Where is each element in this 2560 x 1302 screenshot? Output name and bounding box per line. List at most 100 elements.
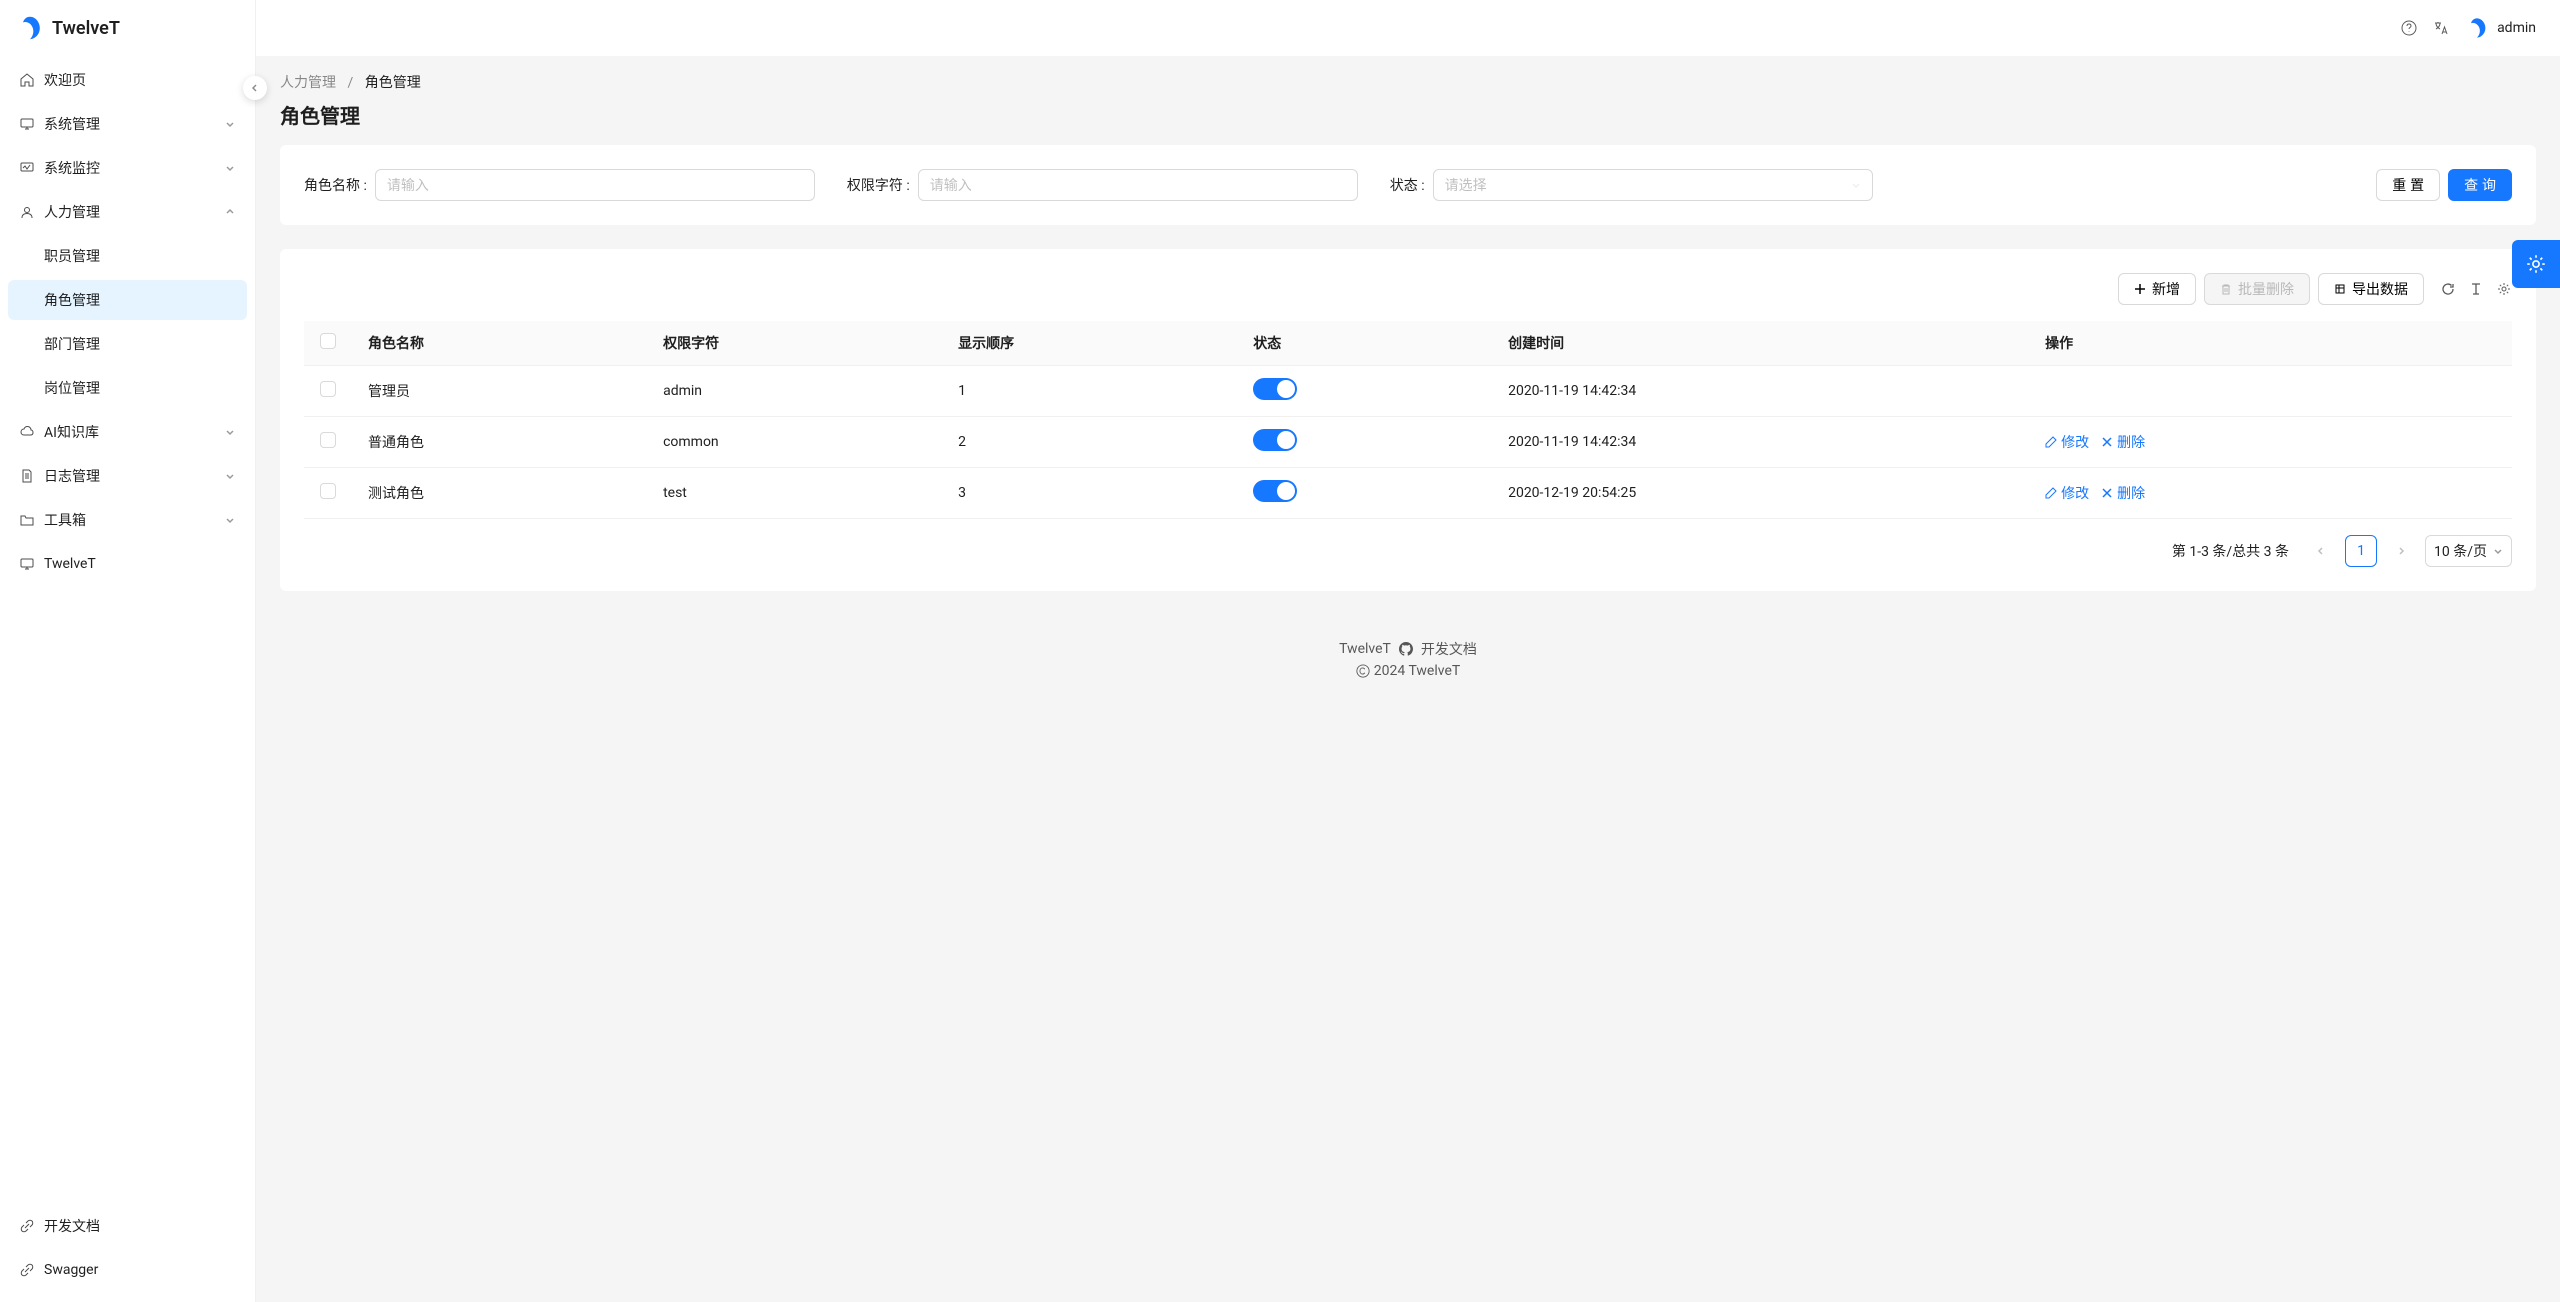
cell-create-time: 2020-11-19 14:42:34 — [1492, 366, 2029, 417]
status-label: 状态 : — [1390, 175, 1425, 195]
logo[interactable]: TwelveT — [0, 0, 255, 56]
sidebar-item-ai[interactable]: AI知识库 — [8, 412, 247, 452]
cell-role-name: 普通角色 — [352, 417, 647, 468]
cell-actions: 修改删除 — [2029, 417, 2512, 468]
role-table: 角色名称 权限字符 显示顺序 状态 创建时间 操作 管理员 admin 1 20… — [304, 321, 2512, 519]
pagination-page-size[interactable]: 10 条/页 — [2425, 535, 2512, 567]
delete-link[interactable]: 删除 — [2101, 432, 2145, 452]
table-row: 普通角色 common 2 2020-11-19 14:42:34 修改删除 — [304, 417, 2512, 468]
status-switch[interactable] — [1253, 480, 1297, 502]
sidebar-menu: 欢迎页 系统管理 系统监控 人力管理 职员管理 角色管理 部门管理 岗位管理 — [0, 56, 255, 1202]
sidebar-item-label: 开发文档 — [44, 1216, 100, 1236]
sidebar-item-monitor[interactable]: 系统监控 — [8, 148, 247, 188]
sidebar-item-role[interactable]: 角色管理 — [8, 280, 247, 320]
close-icon — [2101, 487, 2113, 499]
role-name-input[interactable] — [375, 169, 815, 201]
status-select[interactable]: 请选择 — [1433, 169, 1873, 201]
sidebar-item-log[interactable]: 日志管理 — [8, 456, 247, 496]
sidebar-item-system[interactable]: 系统管理 — [8, 104, 247, 144]
status-switch[interactable] — [1253, 429, 1297, 451]
sidebar-collapse-button[interactable] — [243, 76, 267, 100]
col-role-key: 权限字符 — [647, 321, 942, 366]
help-icon[interactable] — [2401, 20, 2417, 36]
chevron-down-icon — [1851, 180, 1861, 190]
sidebar-item-label: 欢迎页 — [44, 70, 86, 90]
sidebar-bottom: 开发文档 Swagger — [0, 1202, 255, 1302]
row-checkbox[interactable] — [320, 381, 336, 397]
col-action: 操作 — [2029, 321, 2512, 366]
sidebar-item-label: 岗位管理 — [44, 378, 100, 398]
export-button[interactable]: 导出数据 — [2318, 273, 2424, 305]
sidebar-item-post[interactable]: 岗位管理 — [8, 368, 247, 408]
theme-settings-button[interactable] — [2512, 240, 2560, 288]
role-key-input[interactable] — [918, 169, 1358, 201]
sidebar-item-staff[interactable]: 职员管理 — [8, 236, 247, 276]
form-item-role-key: 权限字符 : — [847, 169, 1358, 201]
reset-button[interactable]: 重 置 — [2376, 169, 2440, 201]
footer-brand[interactable]: TwelveT — [1339, 641, 1391, 657]
role-name-label: 角色名称 : — [304, 175, 367, 195]
cell-role-key: test — [647, 468, 942, 519]
header: admin — [256, 0, 2560, 56]
home-icon — [20, 73, 34, 87]
search-card: 角色名称 : 权限字符 : 状态 : 请选择 — [280, 145, 2536, 225]
cell-role-sort: 1 — [942, 366, 1237, 417]
add-button[interactable]: 新增 — [2118, 273, 2196, 305]
pagination-prev[interactable] — [2305, 535, 2337, 567]
delete-link[interactable]: 删除 — [2101, 483, 2145, 503]
col-role-name: 角色名称 — [352, 321, 647, 366]
folder-icon — [20, 513, 34, 527]
table-card: 新增 批量删除 导出数据 — [280, 249, 2536, 591]
sidebar-item-hr[interactable]: 人力管理 — [8, 192, 247, 232]
edit-link[interactable]: 修改 — [2045, 483, 2089, 503]
breadcrumb-current: 角色管理 — [365, 75, 421, 91]
desktop-icon — [20, 117, 34, 131]
link-icon — [20, 1263, 34, 1277]
sidebar-item-label: 系统监控 — [44, 158, 100, 178]
cell-create-time: 2020-12-19 20:54:25 — [1492, 468, 2029, 519]
sidebar-submenu-hr: 职员管理 角色管理 部门管理 岗位管理 — [8, 236, 247, 408]
translate-icon[interactable] — [2433, 20, 2449, 36]
footer-copyright: 2024 TwelveT — [1374, 663, 1460, 679]
edit-icon — [2045, 487, 2057, 499]
sidebar-item-twelvet[interactable]: TwelveT — [8, 544, 247, 584]
row-checkbox[interactable] — [320, 483, 336, 499]
user-menu[interactable]: admin — [2465, 16, 2536, 40]
pagination-next[interactable] — [2385, 535, 2417, 567]
github-icon[interactable] — [1399, 642, 1413, 656]
form-item-role-name: 角色名称 : — [304, 169, 815, 201]
sidebar-item-tools[interactable]: 工具箱 — [8, 500, 247, 540]
cell-actions: 修改删除 — [2029, 468, 2512, 519]
reload-icon[interactable] — [2440, 281, 2456, 297]
logo-icon — [16, 14, 44, 42]
select-all-checkbox[interactable] — [320, 333, 336, 349]
sidebar-item-welcome[interactable]: 欢迎页 — [8, 60, 247, 100]
sidebar-item-swagger[interactable]: Swagger — [8, 1250, 247, 1290]
breadcrumb-separator: / — [347, 75, 353, 91]
pagination: 第 1-3 条/总共 3 条 1 10 条/页 — [304, 535, 2512, 567]
delete-icon — [2220, 283, 2232, 295]
sidebar-item-label: 角色管理 — [44, 290, 100, 310]
status-switch[interactable] — [1253, 378, 1297, 400]
col-create-time: 创建时间 — [1492, 321, 2029, 366]
sidebar-item-label: AI知识库 — [44, 422, 99, 442]
logo-text: TwelveT — [52, 18, 120, 39]
export-icon — [2334, 283, 2346, 295]
sidebar-item-dept[interactable]: 部门管理 — [8, 324, 247, 364]
chevron-up-icon — [225, 207, 235, 217]
sidebar-item-docs[interactable]: 开发文档 — [8, 1206, 247, 1246]
footer-docs[interactable]: 开发文档 — [1421, 639, 1477, 659]
row-checkbox[interactable] — [320, 432, 336, 448]
query-button[interactable]: 查 询 — [2448, 169, 2512, 201]
edit-link[interactable]: 修改 — [2045, 432, 2089, 452]
pagination-page-1[interactable]: 1 — [2345, 535, 2377, 567]
sidebar-item-label: 职员管理 — [44, 246, 100, 266]
table-row: 测试角色 test 3 2020-12-19 20:54:25 修改删除 — [304, 468, 2512, 519]
sidebar-item-label: 系统管理 — [44, 114, 100, 134]
cloud-icon — [20, 425, 34, 439]
sidebar-item-label: 人力管理 — [44, 202, 100, 222]
status-select-placeholder: 请选择 — [1445, 175, 1487, 195]
settings-icon[interactable] — [2496, 281, 2512, 297]
breadcrumb-parent[interactable]: 人力管理 — [280, 75, 336, 91]
density-icon[interactable] — [2468, 281, 2484, 297]
